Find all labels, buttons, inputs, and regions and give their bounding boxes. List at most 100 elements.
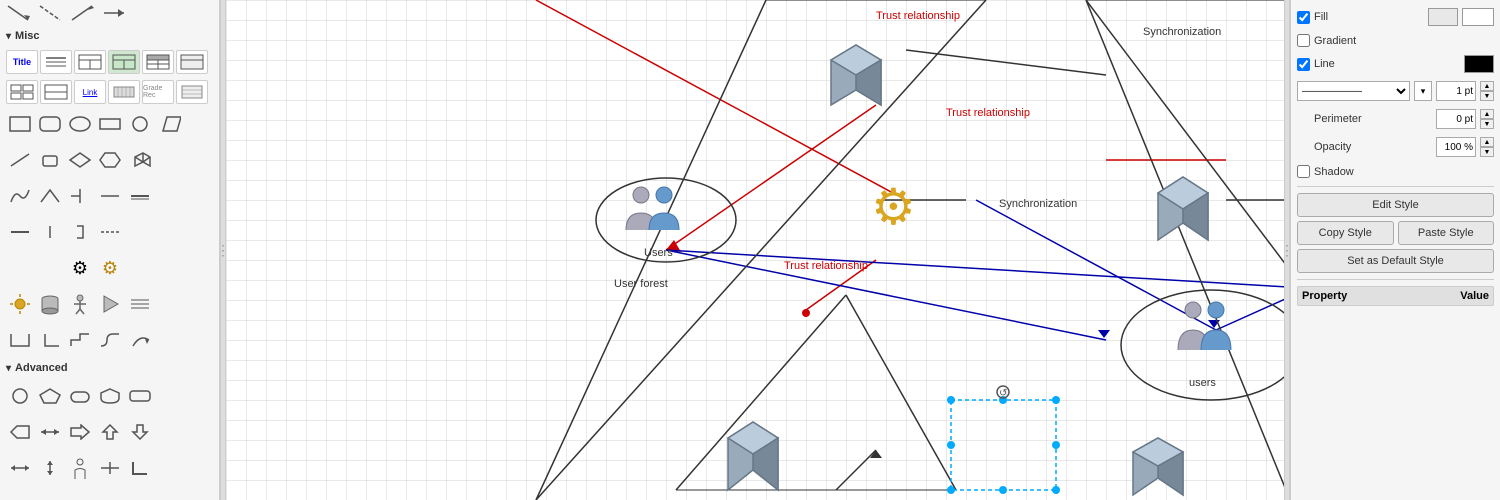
- shape-gear2[interactable]: ⚙: [96, 254, 124, 282]
- shape-rectangle[interactable]: [6, 110, 34, 138]
- shape-l-shape[interactable]: [36, 326, 64, 354]
- style-table3[interactable]: [142, 50, 174, 74]
- gear-icon-center[interactable]: ⚙: [871, 178, 916, 236]
- set-default-style-button[interactable]: Set as Default Style: [1297, 249, 1494, 273]
- gradient-checkbox[interactable]: [1297, 34, 1310, 47]
- fill-checkbox[interactable]: [1297, 11, 1310, 24]
- style2-1[interactable]: [6, 80, 38, 104]
- users-icon-right[interactable]: [1168, 300, 1248, 368]
- adv-person[interactable]: [66, 454, 94, 482]
- shape-parallelogram[interactable]: [156, 110, 184, 138]
- opacity-spinner[interactable]: ▲ ▼: [1480, 137, 1494, 157]
- shape-curved-arrow[interactable]: [126, 326, 154, 354]
- shape-cube[interactable]: [126, 146, 154, 174]
- adv-rounded[interactable]: [66, 382, 94, 410]
- shape-long-dash[interactable]: [6, 218, 34, 246]
- line-checkbox[interactable]: [1297, 58, 1310, 71]
- shape-long-line[interactable]: [96, 182, 124, 210]
- shape-vert-line[interactable]: [36, 218, 64, 246]
- style2-link[interactable]: Link: [74, 80, 106, 104]
- perimeter-spinner[interactable]: ▲ ▼: [1480, 109, 1494, 129]
- shape-empty13: [186, 254, 214, 282]
- line-pt-spinner[interactable]: ▲ ▼: [1480, 81, 1494, 101]
- shape-ellipse[interactable]: [66, 110, 94, 138]
- line-pt-input[interactable]: 1 pt: [1436, 81, 1476, 101]
- shape-wide-rect[interactable]: [96, 110, 124, 138]
- shape-diamond[interactable]: [66, 146, 94, 174]
- perimeter-up[interactable]: ▲: [1480, 109, 1494, 119]
- style2-4[interactable]: [108, 80, 140, 104]
- shape-play-icon[interactable]: [96, 290, 124, 318]
- shape-dash-h[interactable]: [96, 218, 124, 246]
- shape-line2[interactable]: [126, 182, 154, 210]
- copy-style-button[interactable]: Copy Style: [1297, 221, 1394, 245]
- shape-rect-small[interactable]: [36, 146, 64, 174]
- opacity-input[interactable]: 100 %: [1436, 137, 1476, 157]
- style2-5[interactable]: Grade Rec: [142, 80, 174, 104]
- opacity-up[interactable]: ▲: [1480, 137, 1494, 147]
- adv-circle[interactable]: [6, 382, 34, 410]
- server-icon-bottom-right[interactable]: [1121, 430, 1196, 500]
- server-icon-top[interactable]: [821, 35, 891, 128]
- line-style-dropdown[interactable]: ▾: [1414, 81, 1432, 101]
- style-table2[interactable]: [108, 50, 140, 74]
- style-list[interactable]: [40, 50, 72, 74]
- style2-6[interactable]: [176, 80, 208, 104]
- line-color-box[interactable]: [1464, 55, 1494, 73]
- perimeter-input[interactable]: 0 pt: [1436, 109, 1476, 129]
- style-title[interactable]: Title: [6, 50, 38, 74]
- shape-s-line[interactable]: [96, 326, 124, 354]
- shape-bracket-right[interactable]: [66, 218, 94, 246]
- fill-color-box[interactable]: [1428, 8, 1458, 26]
- shape-empty8: [186, 218, 214, 246]
- shadow-checkbox[interactable]: [1297, 165, 1310, 178]
- adv-corner[interactable]: [126, 454, 154, 482]
- misc-section-header[interactable]: Misc: [0, 26, 219, 46]
- adv-shield[interactable]: [96, 382, 124, 410]
- shape-sun-icon[interactable]: [6, 290, 34, 318]
- adv-h-arrows[interactable]: [6, 454, 34, 482]
- shape-step[interactable]: [66, 326, 94, 354]
- shape-s-curve[interactable]: [6, 182, 34, 210]
- adv-wide-rounded[interactable]: [126, 382, 154, 410]
- users-icon-left[interactable]: [616, 185, 696, 243]
- shape-angle[interactable]: [36, 182, 64, 210]
- perimeter-down[interactable]: ▼: [1480, 119, 1494, 129]
- opacity-down[interactable]: ▼: [1480, 147, 1494, 157]
- advanced-section-header[interactable]: Advanced: [0, 358, 219, 378]
- shape-bracket-bottom[interactable]: [6, 326, 34, 354]
- shape-t-shape[interactable]: [66, 182, 94, 210]
- shape-actor-icon[interactable]: [66, 290, 94, 318]
- style2-2[interactable]: [40, 80, 72, 104]
- adv-shape1[interactable]: [6, 418, 34, 446]
- shape-line-diag[interactable]: [6, 146, 34, 174]
- line-pt-down[interactable]: ▼: [1480, 91, 1494, 101]
- adv-pentagon[interactable]: [36, 382, 64, 410]
- edit-style-button[interactable]: Edit Style: [1297, 193, 1494, 217]
- server-icon-bottom[interactable]: [716, 410, 791, 498]
- adv-down-arrow[interactable]: [126, 418, 154, 446]
- shape-lines-icon[interactable]: [126, 290, 154, 318]
- shape-gear1[interactable]: ⚙: [66, 254, 94, 282]
- adv-up-arrow[interactable]: [96, 418, 124, 446]
- shape-hexagon[interactable]: [96, 146, 124, 174]
- arrow-diagonal3[interactable]: [70, 4, 96, 22]
- adv-v-arrows[interactable]: [36, 454, 64, 482]
- line-pt-up[interactable]: ▲: [1480, 81, 1494, 91]
- adv-double-arrow-h[interactable]: [36, 418, 64, 446]
- shape-cylinder-icon[interactable]: [36, 290, 64, 318]
- arrow-right[interactable]: [102, 4, 128, 22]
- shape-circle[interactable]: [126, 110, 154, 138]
- canvas-area[interactable]: ↺ Trust relationship Trust relationship …: [226, 0, 1284, 500]
- fill-style-box[interactable]: [1462, 8, 1494, 26]
- adv-plus[interactable]: [96, 454, 124, 482]
- style-table4[interactable]: [176, 50, 208, 74]
- server-icon-right[interactable]: [1146, 165, 1221, 253]
- shape-rounded-rect[interactable]: [36, 110, 64, 138]
- line-style-select[interactable]: —————— - - - - - - · · · · · ·: [1297, 81, 1410, 101]
- arrow-diagonal2[interactable]: [38, 4, 64, 22]
- paste-style-button[interactable]: Paste Style: [1398, 221, 1495, 245]
- style-table1[interactable]: [74, 50, 106, 74]
- arrow-diagonal1[interactable]: [6, 4, 32, 22]
- adv-double-arrow-right[interactable]: [66, 418, 94, 446]
